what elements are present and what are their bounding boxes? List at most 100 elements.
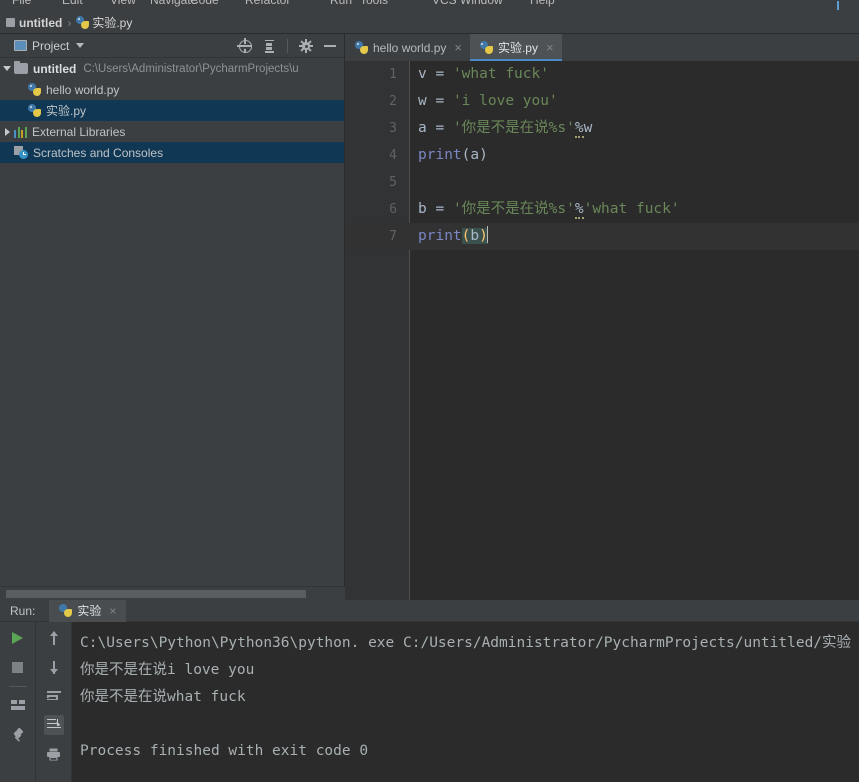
run-tab[interactable]: 实验 × xyxy=(49,599,127,622)
project-panel-header: Project xyxy=(0,34,344,58)
run-icon[interactable] xyxy=(8,628,28,648)
tree-item[interactable]: External Libraries xyxy=(0,121,344,142)
tree-item-label: Scratches and Consoles xyxy=(33,145,164,160)
code-line[interactable]: 2 w = 'i love you' xyxy=(345,88,859,115)
code-text: a = '你是不是在说%s'%w xyxy=(418,115,592,142)
code-token: = xyxy=(435,120,453,136)
editor-tab[interactable]: 实验.py × xyxy=(469,34,562,61)
soft-wrap-icon[interactable] xyxy=(44,686,64,706)
console-output[interactable]: C:\Users\Python\Python36\python. exe C:/… xyxy=(72,622,859,782)
code-line[interactable]: 6 b = '你是不是在说%s'%'what fuck' xyxy=(345,196,859,223)
run-toolbar-left xyxy=(0,622,36,782)
pycharm-window: File Edit View Navigate Code Refactor Run Tools… xyxy=(0,0,859,782)
line-number: 3 xyxy=(389,121,397,136)
project-panel-toolbar xyxy=(236,34,338,58)
stop-icon[interactable] xyxy=(8,657,28,677)
breadcrumb: untitled › 实验.py xyxy=(0,12,859,34)
breadcrumb-project[interactable]: untitled xyxy=(6,16,62,30)
menu-item-refactor[interactable]: Refactor xyxy=(245,0,290,6)
tree-item[interactable]: hello world.py xyxy=(0,79,344,100)
code-token: b xyxy=(470,228,480,244)
project-panel-title-group[interactable]: Project xyxy=(0,38,85,53)
toolbar-divider xyxy=(8,686,27,687)
console-line: Process finished with exit code 0 xyxy=(80,743,369,759)
locate-file-icon[interactable] xyxy=(236,37,253,54)
console-line: 你是不是在说what fuck xyxy=(80,689,246,705)
run-panel-body: C:\Users\Python\Python36\python. exe C:/… xyxy=(0,622,859,782)
code-token: % xyxy=(574,120,584,138)
code-token: print xyxy=(418,147,462,163)
tree-item-label: 实验.py xyxy=(46,104,87,118)
console-line: 你是不是在说i love you xyxy=(80,662,255,678)
code-token: v xyxy=(418,66,436,82)
code-token: '你是不是在说%s' xyxy=(452,201,575,217)
minimize-icon[interactable] xyxy=(322,38,338,54)
collapse-all-icon[interactable] xyxy=(261,38,277,54)
layout-rows-icon[interactable] xyxy=(8,696,28,716)
project-horizontal-scrollbar[interactable] xyxy=(0,586,345,600)
code-text: v = 'what fuck' xyxy=(418,61,549,88)
editor-tab-label: 实验.py xyxy=(497,41,538,55)
close-icon[interactable]: × xyxy=(454,41,462,54)
code-text: print(a) xyxy=(418,142,488,169)
tree-item[interactable]: Scratches and Consoles xyxy=(0,142,344,163)
scroll-to-end-icon[interactable] xyxy=(43,715,64,735)
menu-item-view[interactable]: View xyxy=(110,0,136,6)
menu-item-help[interactable]: Help xyxy=(530,0,555,6)
project-panel-title: Project xyxy=(32,38,70,53)
chevron-right-icon[interactable] xyxy=(0,127,14,136)
menu-item-file[interactable]: File xyxy=(12,0,31,6)
code-line[interactable]: 3 a = '你是不是在说%s'%w xyxy=(345,115,859,142)
line-number: 1 xyxy=(389,67,397,82)
chevron-down-icon[interactable] xyxy=(0,66,14,71)
arrow-down-icon[interactable] xyxy=(44,657,64,677)
line-number: 6 xyxy=(389,202,397,217)
code-line[interactable]: 4 print(a) xyxy=(345,142,859,169)
code-editor[interactable]: 1 v = 'what fuck' 2 w = 'i love you' 3 a = '你… xyxy=(345,61,859,600)
editor-tab-label: hello world.py xyxy=(373,40,447,55)
menu-bar[interactable]: File Edit View Navigate Code Refactor Run Tools… xyxy=(0,0,859,12)
project-tree[interactable]: untitled C:\Users\Administrator\PycharmPr… xyxy=(0,58,344,586)
breadcrumb-project-label: untitled xyxy=(19,15,63,30)
gear-icon[interactable] xyxy=(298,38,314,54)
code-line[interactable]: 1 v = 'what fuck' xyxy=(345,61,859,88)
run-label: Run: xyxy=(10,603,36,618)
menu-item-code[interactable]: Code xyxy=(190,0,219,6)
editor-tab-bar[interactable]: hello world.py × 实验.py × xyxy=(345,34,859,61)
text-caret xyxy=(486,226,489,243)
menu-caret xyxy=(837,1,839,10)
tree-item[interactable]: untitled C:\Users\Administrator\PycharmPr… xyxy=(0,58,344,79)
chevron-down-icon[interactable] xyxy=(76,43,85,48)
menu-item-tools[interactable]: Tools xyxy=(360,0,388,6)
menu-item-edit[interactable]: Edit xyxy=(62,0,83,6)
menu-item-run[interactable]: Run xyxy=(330,0,352,6)
project-icon xyxy=(14,40,27,51)
code-line[interactable]: 7 print(b) xyxy=(345,223,859,250)
module-icon xyxy=(6,18,15,27)
code-token: a xyxy=(418,120,436,136)
menu-item-window[interactable]: Window xyxy=(460,0,503,6)
code-token: b xyxy=(418,201,436,217)
scrollbar-thumb[interactable] xyxy=(6,590,306,598)
editor-tab[interactable]: hello world.py × xyxy=(345,34,470,61)
code-token: '你是不是在说%s' xyxy=(452,120,575,136)
menu-item-vcs[interactable]: VCS xyxy=(432,0,457,6)
code-text: b = '你是不是在说%s'%'what fuck' xyxy=(418,196,680,223)
breadcrumb-separator: › xyxy=(67,15,72,30)
tree-item[interactable]: 实验.py xyxy=(0,100,344,121)
code-token: print xyxy=(418,228,462,244)
tree-item-label: untitled xyxy=(33,61,77,76)
python-file-icon xyxy=(76,16,90,29)
code-text: w = 'i love you' xyxy=(418,88,558,115)
breadcrumb-file[interactable]: 实验.py xyxy=(76,14,132,31)
close-icon[interactable]: × xyxy=(109,605,116,617)
run-tab-label: 实验 xyxy=(77,604,102,618)
code-line[interactable]: 5 xyxy=(345,169,859,196)
arrow-up-icon[interactable] xyxy=(44,628,64,648)
line-number: 5 xyxy=(389,175,397,190)
scratches-icon xyxy=(14,146,28,159)
print-icon[interactable] xyxy=(44,744,64,764)
close-icon[interactable]: × xyxy=(546,41,554,54)
pin-tab-icon[interactable] xyxy=(8,725,28,745)
